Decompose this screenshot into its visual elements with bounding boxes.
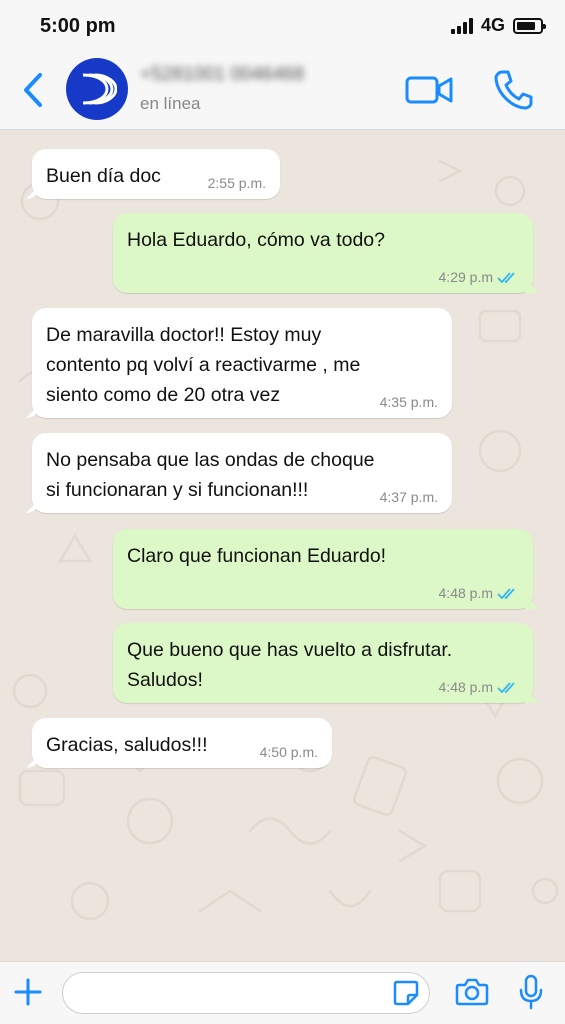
microphone-icon — [519, 974, 543, 1010]
sticker-button[interactable] — [392, 979, 420, 1007]
attach-button[interactable] — [12, 976, 44, 1008]
incoming-message-bubble[interactable]: No pensaba que las ondas de choque si fun… — [32, 433, 452, 513]
sticker-icon — [393, 980, 419, 1006]
status-bar: 5:00 pm 4G — [0, 0, 565, 50]
incoming-message-bubble[interactable]: Buen día doc 2:55 p.m. — [32, 149, 280, 199]
message-meta: 4:50 p.m. — [260, 744, 318, 760]
signal-icon — [450, 17, 473, 34]
message-timestamp: 4:48 p.m — [438, 679, 493, 695]
camera-icon — [455, 978, 489, 1006]
read-ticks-icon — [497, 588, 515, 599]
message-timestamp: 4:29 p.m — [438, 269, 493, 285]
video-camera-icon — [405, 76, 453, 104]
camera-button[interactable] — [455, 976, 489, 1008]
chat-area[interactable]: Buen día doc 2:55 p.m. Hola Eduardo, cómo … — [0, 131, 565, 961]
message-text-line: De maravilla doctor!! Estoy muy — [46, 324, 322, 346]
voice-call-button[interactable] — [493, 68, 533, 110]
message-text-line: Claro que funcionan Eduardo! — [127, 545, 387, 567]
battery-icon — [513, 17, 546, 34]
contact-status: en línea — [140, 94, 201, 113]
chat-header: +5281001 0046468 en línea — [0, 50, 565, 130]
read-ticks-icon — [497, 272, 515, 283]
incoming-message-bubble[interactable]: De maravilla doctor!! Estoy muy contento … — [32, 308, 452, 418]
network-type: 4G — [480, 15, 505, 35]
message-meta: 4:37 p.m. — [380, 489, 438, 505]
contact-name[interactable]: +5281001 0046468 — [140, 64, 304, 86]
composer-bar — [0, 961, 565, 1024]
phone-icon — [494, 70, 533, 110]
message-timestamp: 2:55 p.m. — [207, 175, 266, 191]
message-text-line: Que bueno que has vuelto a disfrutar. — [127, 639, 453, 661]
message-timestamp: 4:35 p.m. — [379, 394, 438, 410]
message-input[interactable] — [62, 972, 430, 1014]
chevron-left-icon — [24, 73, 42, 107]
message-timestamp: 4:50 p.m. — [259, 744, 318, 760]
outgoing-message-bubble[interactable]: Hola Eduardo, cómo va todo? 4:29 p.m — [113, 213, 533, 293]
message-timestamp: 4:37 p.m. — [379, 489, 438, 505]
message-meta: 2:55 p.m. — [208, 175, 266, 191]
message-meta: 4:35 p.m. — [380, 394, 438, 410]
back-button[interactable] — [18, 70, 48, 110]
message-meta: 4:29 p.m — [439, 269, 519, 285]
incoming-message-bubble[interactable]: Gracias, saludos!!! 4:50 p.m. — [32, 718, 332, 768]
status-indicators: 4G — [450, 15, 546, 36]
microphone-button[interactable] — [517, 974, 545, 1010]
message-text-line: Hola Eduardo, cómo va todo? — [127, 229, 385, 251]
message-timestamp: 4:48 p.m — [438, 585, 493, 601]
message-text-line: contento pq volví a reactivarme , me — [46, 354, 361, 376]
read-ticks-icon — [497, 682, 515, 693]
avatar[interactable] — [66, 58, 128, 120]
logo-waves-icon — [82, 73, 117, 105]
plus-icon — [14, 978, 42, 1006]
outgoing-message-bubble[interactable]: Claro que funcionan Eduardo! 4:48 p.m — [113, 529, 533, 609]
outgoing-message-bubble[interactable]: Que bueno que has vuelto a disfrutar. Sal… — [113, 623, 533, 703]
status-time: 5:00 pm — [40, 15, 116, 37]
video-call-button[interactable] — [404, 72, 454, 108]
message-meta: 4:48 p.m — [439, 585, 519, 601]
message-meta: 4:48 p.m — [439, 679, 519, 695]
message-text-line: No pensaba que las ondas de choque — [46, 449, 375, 471]
